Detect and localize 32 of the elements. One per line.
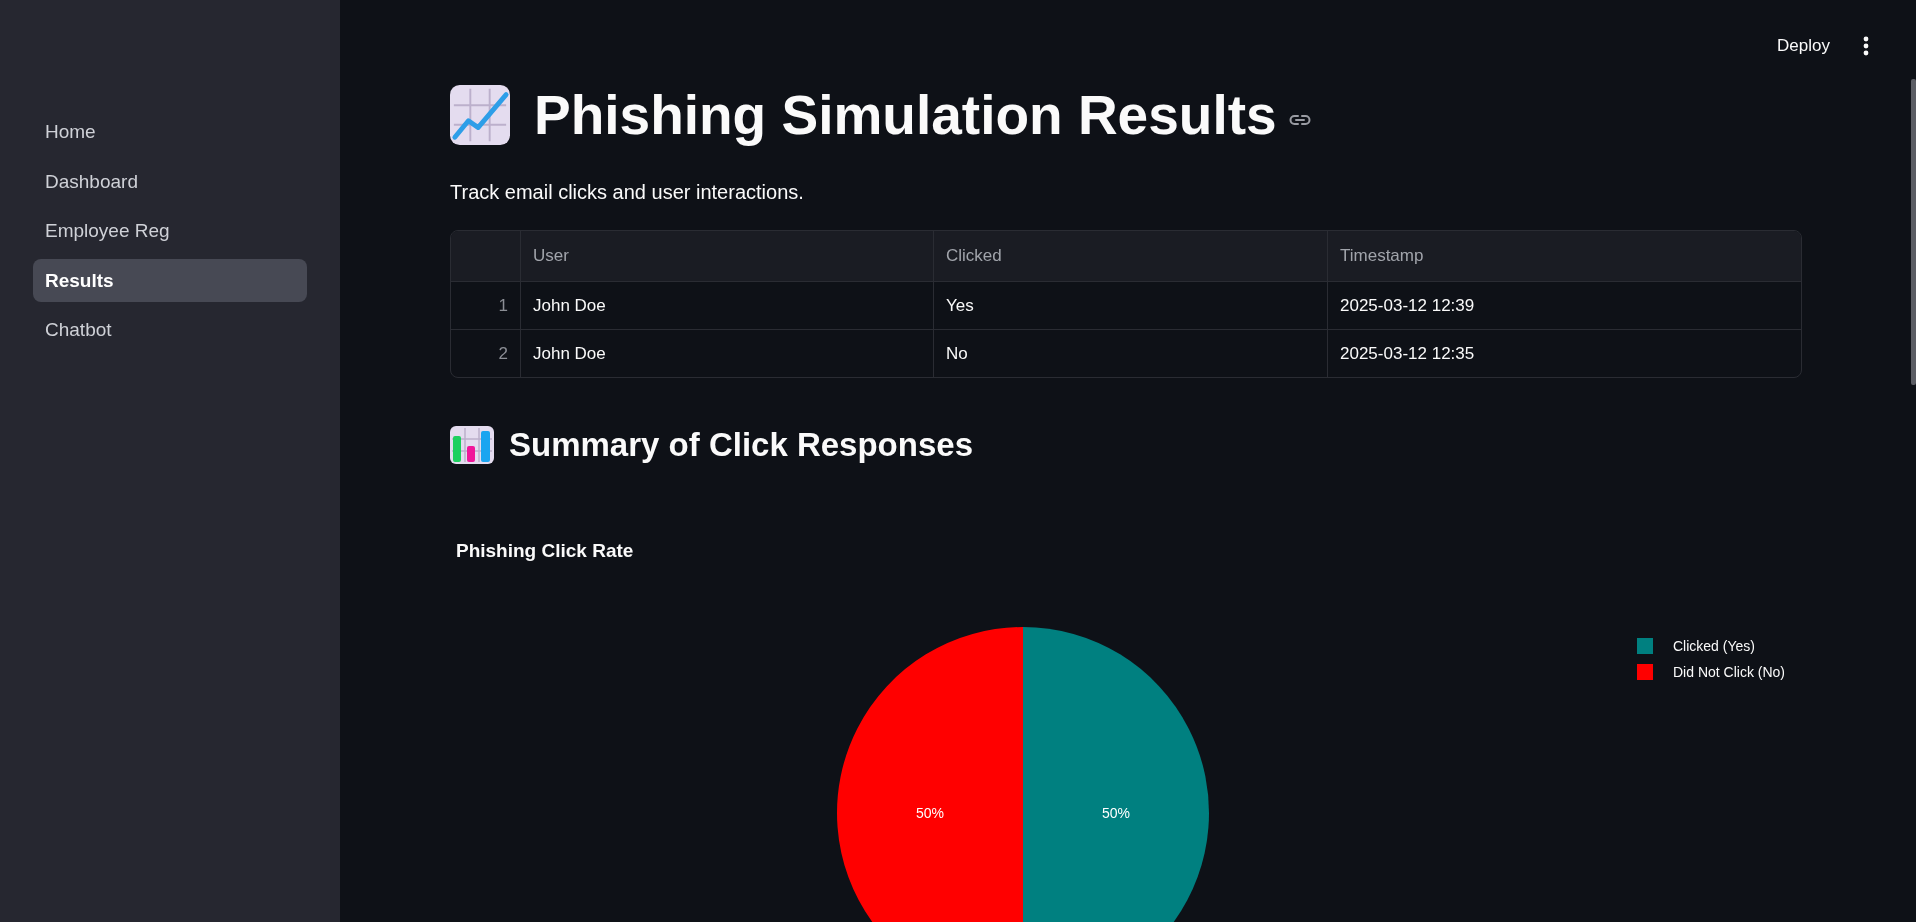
row-index: 2	[497, 342, 509, 365]
column-header[interactable]: Timestamp	[1327, 231, 1801, 281]
sidebar-item[interactable]: Employee Reg	[33, 209, 307, 252]
sidebar-item[interactable]: Chatbot	[33, 308, 307, 351]
legend-swatch-icon[interactable]	[1637, 664, 1653, 680]
page-title: Phishing Simulation Results	[534, 83, 1277, 148]
column-header[interactable]: User	[520, 231, 933, 281]
table-cell: John Doe	[520, 282, 933, 329]
table-cell: No	[933, 330, 1327, 377]
slice-label: 50%	[916, 805, 944, 821]
row-index: 1	[497, 294, 509, 317]
table-cell: John Doe	[520, 330, 933, 377]
deploy-button[interactable]: Deploy	[1767, 32, 1840, 60]
page-subtitle: Track email clicks and user interactions.	[450, 180, 805, 205]
sidebar-item[interactable]: Results	[33, 258, 307, 302]
line-chart-icon	[450, 85, 510, 145]
column-header[interactable]: Clicked	[933, 231, 1327, 281]
bar-chart-icon	[450, 426, 494, 464]
legend-swatch-icon[interactable]	[1637, 638, 1653, 654]
table-cell: Yes	[933, 282, 1327, 329]
link-icon[interactable]	[1288, 114, 1311, 126]
legend-label[interactable]: Did Not Click (No)	[1673, 664, 1785, 680]
legend-label[interactable]: Clicked (Yes)	[1673, 638, 1755, 654]
chart-title: Phishing Click Rate	[455, 539, 635, 563]
sidebar-item[interactable]: Home	[33, 110, 307, 153]
table-cell: 2025-03-12 12:35	[1327, 330, 1801, 377]
table-cell: 2025-03-12 12:39	[1327, 282, 1801, 329]
kebab-icon	[1863, 36, 1869, 56]
scrollbar-thumb[interactable]	[1911, 79, 1916, 385]
sidebar-item[interactable]: Dashboard	[33, 159, 307, 203]
section-heading: Summary of Click Responses	[509, 425, 973, 465]
slice-label: 50%	[1102, 805, 1130, 821]
